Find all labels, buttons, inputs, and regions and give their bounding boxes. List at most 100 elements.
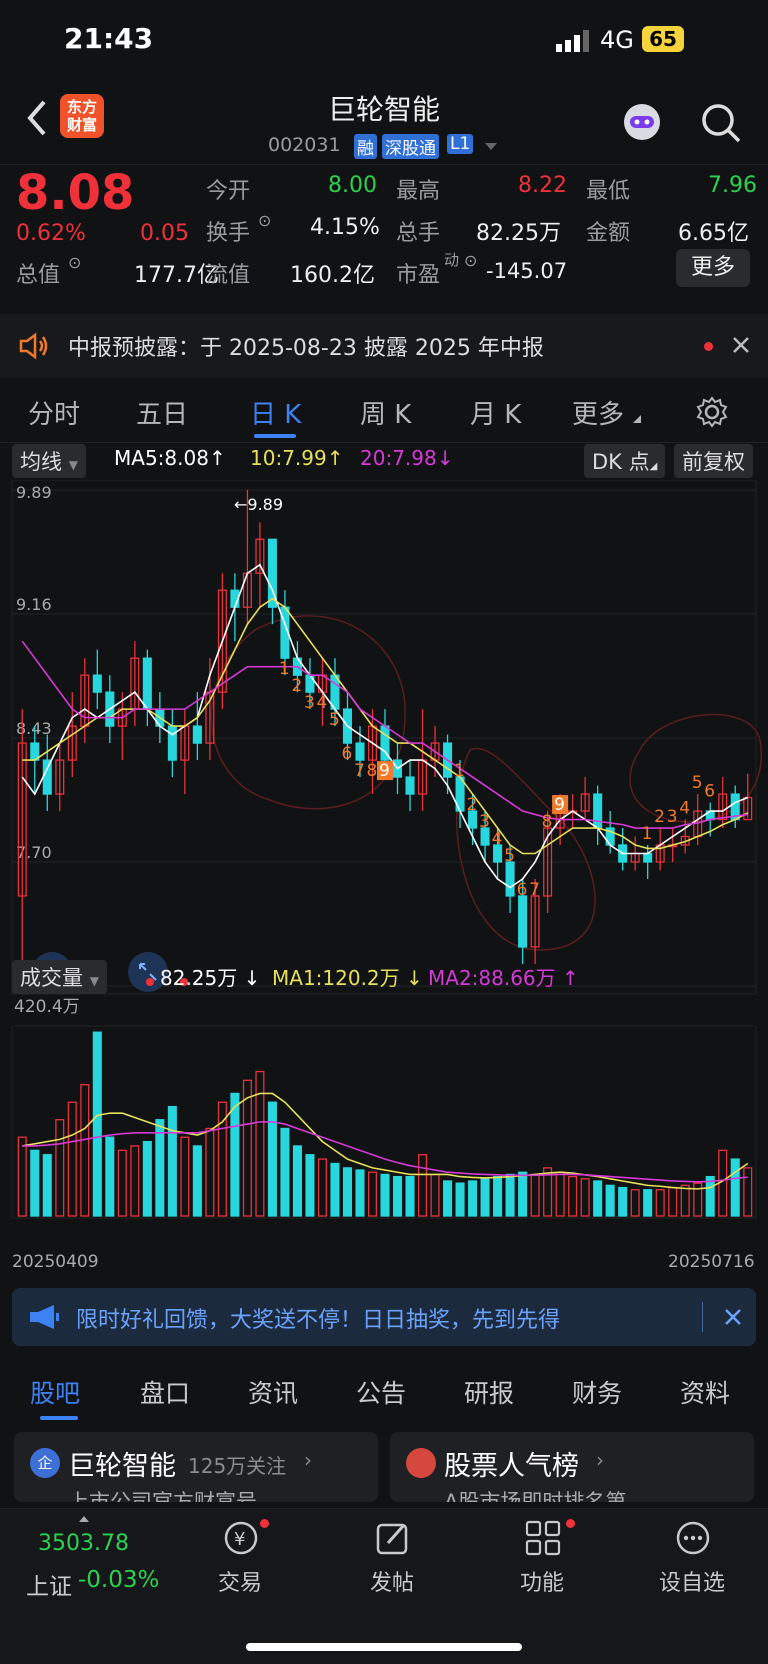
tab-daily-k[interactable]: 日 K xyxy=(250,394,301,431)
home-indicator xyxy=(246,1643,522,1651)
td-count-label: 9 xyxy=(379,761,390,781)
vol-ma2-legend: MA2:88.66万 ↑ xyxy=(428,962,579,991)
nav-trade-label: 交易 xyxy=(217,1571,262,1596)
info-icon[interactable]: ⊙ xyxy=(68,253,81,272)
amount-value: 6.65亿 xyxy=(678,221,749,246)
up-arrow-icon: ↑ xyxy=(326,446,344,470)
tab-monthly-k[interactable]: 月 K xyxy=(470,394,521,431)
info-icon[interactable]: ⊙ xyxy=(258,211,271,230)
candle-body xyxy=(355,742,365,761)
nav-watchlist[interactable]: 设自选 xyxy=(652,1515,732,1605)
index-value[interactable]: 3503.78 xyxy=(38,1531,129,1556)
td-count-label: 8 xyxy=(366,761,377,781)
info-icon[interactable]: ⊙ xyxy=(464,251,477,270)
ma20-value: 20:7.98 xyxy=(360,446,437,470)
volume-label: 总手 xyxy=(396,221,441,246)
vol-ma1-legend: MA1:120.2万 ↓ xyxy=(272,962,423,991)
popularity-card[interactable]: 股票人气榜 › A股市场即时排名第 xyxy=(390,1432,754,1502)
adjust-button[interactable]: 前复权 xyxy=(674,444,753,478)
volume-max-label: 420.4万 xyxy=(14,997,80,1017)
search-icon[interactable] xyxy=(700,102,742,144)
volume-value: 82.25万 xyxy=(160,966,238,990)
tab-five-day[interactable]: 五日 xyxy=(136,394,188,431)
megaphone-icon xyxy=(30,1305,59,1329)
y-tick-label: 8.43 xyxy=(16,719,52,738)
nav-functions[interactable]: 功能 xyxy=(502,1515,582,1605)
company-card-subtitle: 上市公司官方财富号 xyxy=(68,1490,257,1502)
nav-post[interactable]: 发帖 xyxy=(352,1515,432,1605)
nav-trade[interactable]: ¥ 交易 xyxy=(200,1515,280,1605)
popularity-card-subtitle: A股市场即时排名第 xyxy=(444,1490,627,1502)
settings-icon[interactable] xyxy=(696,396,728,428)
volume-bar xyxy=(342,1167,353,1217)
tab-profile[interactable]: 资料 xyxy=(680,1374,730,1410)
company-card[interactable]: 企 巨轮智能 125万关注 › 上市公司官方财富号 xyxy=(14,1432,378,1502)
volume-bar xyxy=(655,1189,665,1217)
kline-chart-area[interactable]: 均线 ▼ MA5:8.08↑ 10:7.99↑ 20:7.98↓ DK 点◢ 前… xyxy=(0,442,768,1280)
volume-bar xyxy=(480,1178,490,1217)
corner-arrow-icon xyxy=(633,415,641,423)
ma5-legend: MA5:8.08↑ xyxy=(114,446,226,470)
candle-body xyxy=(92,674,102,693)
volume-bar xyxy=(730,1158,740,1217)
amount-label: 金额 xyxy=(586,221,631,246)
tab-more[interactable]: 更多 xyxy=(572,394,624,431)
dropdown-arrow-icon[interactable] xyxy=(484,142,498,152)
td-count-label: 8 xyxy=(542,812,553,832)
candle-body xyxy=(405,776,415,795)
badge-margin: 融 xyxy=(354,134,377,159)
volume-bar xyxy=(292,1145,302,1217)
tab-weekly-k[interactable]: 周 K xyxy=(360,394,411,431)
corner-arrow-icon: ◢ xyxy=(649,461,658,472)
tab-intraday[interactable]: 分时 xyxy=(28,394,80,431)
unread-dot xyxy=(260,1519,269,1528)
td-count-label: 2 xyxy=(291,676,302,696)
td-count-label: 6 xyxy=(517,880,528,900)
tab-forum[interactable]: 股吧 xyxy=(30,1374,80,1410)
volume-bar xyxy=(280,1127,290,1217)
promo-text: 限时好礼回馈，大奖送不停！日日抽奖，先到先得 xyxy=(76,1308,561,1333)
quote-panel: 8.08 0.62% 0.05 总值 ⊙ 177.7亿 今开 8.00 换手 ⊙… xyxy=(0,164,768,315)
tab-announcements[interactable]: 公告 xyxy=(356,1374,406,1410)
notice-bar[interactable]: 中报预披露：于 2025-08-23 披露 2025 年中报 xyxy=(0,314,768,378)
volume-bar xyxy=(92,1031,102,1217)
volume-bar xyxy=(380,1173,390,1217)
float-label: 流值 xyxy=(206,263,251,288)
volume-select[interactable]: 成交量 ▼ xyxy=(12,960,107,994)
robot-assistant-icon[interactable] xyxy=(620,100,664,144)
volume-bar xyxy=(555,1171,565,1217)
dk-point-button[interactable]: DK 点◢ xyxy=(584,444,666,478)
unread-dot xyxy=(566,1519,575,1528)
more-button[interactable]: 更多 xyxy=(676,249,750,287)
tab-finance[interactable]: 财务 xyxy=(572,1374,622,1410)
pe-label: 市盈 xyxy=(396,263,441,288)
volume-bar xyxy=(80,1084,90,1217)
up-arrow-icon: ↑ xyxy=(208,446,226,470)
change-amount: 0.05 xyxy=(140,221,189,246)
y-tick-label: 7.70 xyxy=(16,843,52,862)
badge-connect: 深股通 xyxy=(382,134,439,159)
volume-bar xyxy=(455,1182,465,1217)
close-icon[interactable] xyxy=(732,336,750,354)
stock-code: 002031 xyxy=(268,134,341,156)
low-label: 最低 xyxy=(586,179,631,204)
ma-select[interactable]: 均线 ▼ xyxy=(12,444,86,478)
tab-research[interactable]: 研报 xyxy=(464,1374,514,1410)
index-change: -0.03% xyxy=(78,1567,160,1593)
volume-bar xyxy=(580,1178,590,1217)
kline-svg[interactable]: 9.899.168.437.706.97 1234567891234567891… xyxy=(0,480,768,1280)
last-price: 8.08 xyxy=(16,165,135,221)
chevron-right-icon: › xyxy=(304,1448,312,1472)
close-icon[interactable] xyxy=(724,1308,742,1326)
grid-icon xyxy=(525,1520,561,1556)
pe-sup: 动 xyxy=(444,251,460,269)
turnover-label: 换手 xyxy=(206,221,251,246)
volume-legend: 82.25万 ↓ xyxy=(160,962,260,991)
td-count-label: 3 xyxy=(304,693,315,713)
tab-news[interactable]: 资讯 xyxy=(248,1374,298,1410)
down-arrow-icon: ↓ xyxy=(406,966,423,990)
promo-banner[interactable]: 限时好礼回馈，大奖送不停！日日抽奖，先到先得 xyxy=(12,1288,756,1346)
tab-orderbook[interactable]: 盘口 xyxy=(140,1374,190,1410)
volume-bar xyxy=(743,1167,753,1217)
volume-bar xyxy=(355,1169,365,1217)
